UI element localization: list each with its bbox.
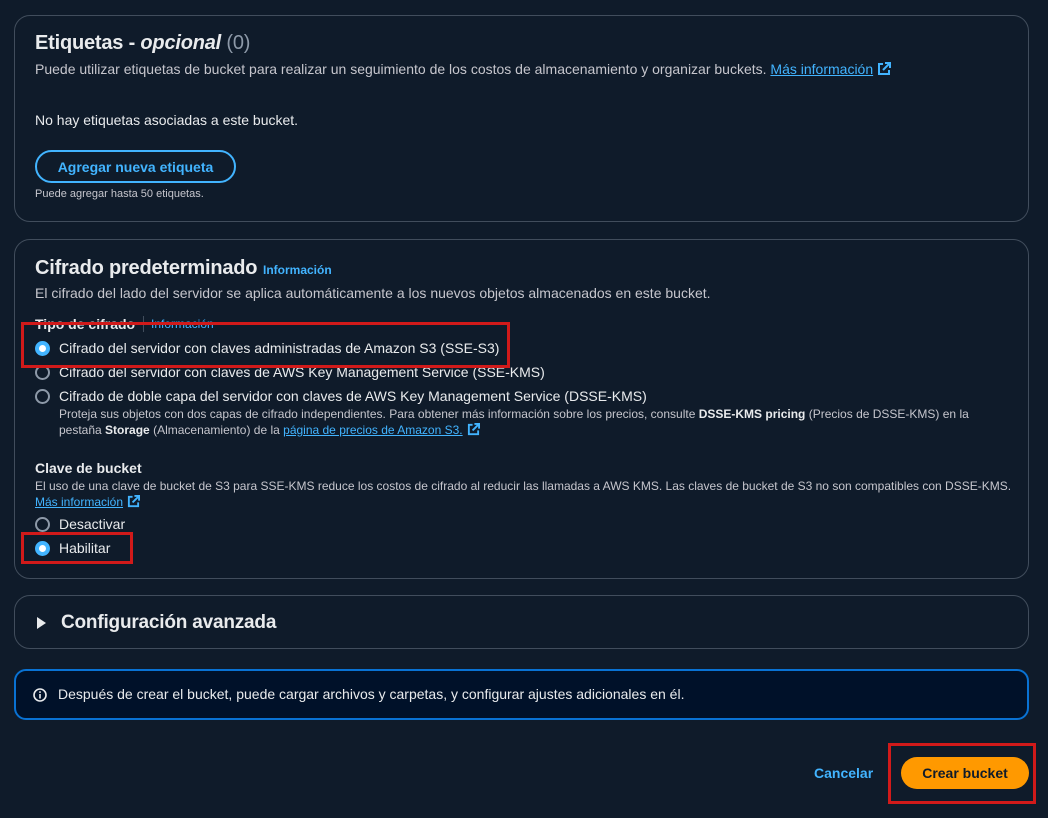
- s3-pricing-link[interactable]: página de precios de Amazon S3.: [283, 423, 462, 437]
- radio-dsse-kms[interactable]: [35, 389, 50, 404]
- caret-right-icon[interactable]: [37, 617, 46, 629]
- encryption-description: El cifrado del lado del servidor se apli…: [35, 285, 711, 301]
- tags-empty-text: No hay etiquetas asociadas a este bucket…: [35, 112, 299, 128]
- dsse-pricing-bold: DSSE-KMS pricing: [698, 407, 806, 421]
- tags-more-info-link[interactable]: Más información: [770, 61, 873, 77]
- tags-description-text: Puede utilizar etiquetas de bucket para …: [35, 61, 767, 77]
- dsse-desc-text-3: pestaña: [59, 423, 106, 437]
- encryption-info-link[interactable]: Información: [263, 263, 332, 277]
- dsse-storage-bold: Storage: [105, 423, 150, 437]
- tags-title: Etiquetas - opcional (0): [35, 32, 251, 54]
- dsse-desc-text-2: (Precios de DSSE-KMS) en la: [805, 407, 969, 421]
- highlight-create-bucket: [888, 743, 1036, 804]
- encryption-title: Cifrado predeterminado: [35, 257, 258, 279]
- dsse-desc-text-4: (Almacenamiento) de la: [149, 423, 284, 437]
- dsse-description-line2: pestaña Storage (Almacenamiento) de la p…: [59, 423, 480, 437]
- info-icon: [33, 688, 47, 702]
- bucket-key-disable-label: Desactivar: [59, 516, 126, 532]
- external-link-icon: [467, 423, 480, 436]
- bucket-key-more-info: Más información: [35, 495, 141, 509]
- highlight-enable: [21, 532, 133, 564]
- add-tag-button[interactable]: Agregar nueva etiqueta: [35, 150, 236, 183]
- external-link-icon: [127, 495, 141, 508]
- tags-description: Puede utilizar etiquetas de bucket para …: [35, 61, 892, 77]
- option-dsse-kms-label: Cifrado de doble capa del servidor con c…: [59, 388, 647, 404]
- advanced-settings-title[interactable]: Configuración avanzada: [61, 612, 276, 634]
- bucket-key-description: El uso de una clave de bucket de S3 para…: [35, 479, 1012, 493]
- tags-limit-hint: Puede agregar hasta 50 etiquetas.: [35, 188, 204, 200]
- info-alert-text: Después de crear el bucket, puede cargar…: [58, 686, 685, 702]
- radio-bucket-key-disable[interactable]: [35, 517, 50, 532]
- highlight-sse-s3: [21, 322, 510, 368]
- dsse-description-line1: Proteja sus objetos con dos capas de cif…: [59, 407, 969, 421]
- external-link-icon: [878, 62, 892, 75]
- cancel-button[interactable]: Cancelar: [814, 765, 873, 781]
- info-alert: Después de crear el bucket, puede cargar…: [14, 669, 1029, 720]
- bucket-key-label: Clave de bucket: [35, 460, 142, 476]
- dsse-desc-text: Proteja sus objetos con dos capas de cif…: [59, 407, 699, 421]
- bucket-key-more-info-link[interactable]: Más información: [35, 495, 123, 509]
